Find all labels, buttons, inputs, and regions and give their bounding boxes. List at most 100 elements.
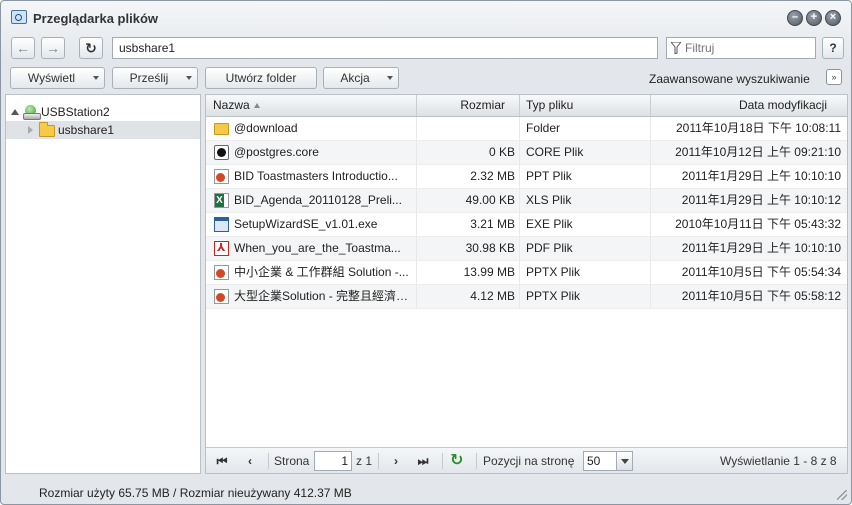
file-date-cell: 2011年10月12日 上午 09:21:10 [675,145,841,159]
storage-usage-text: Rozmiar użyty 65.75 MB / Rozmiar nieużyw… [39,486,352,500]
file-size-cell: 3.21 MB [417,213,520,236]
tree-expander-open-icon[interactable] [11,109,19,115]
chevron-down-icon[interactable] [616,452,632,470]
column-header-type[interactable]: Typ pliku [520,95,651,116]
file-name-cell: 中小企業 & 工作群組 Solution -... [206,261,417,284]
items-per-page-label: Pozycji na stronę [483,454,575,468]
tree-expander-closed-icon[interactable] [28,126,33,134]
resize-grip-icon[interactable] [837,490,847,500]
table-row[interactable]: SetupWizardSE_v1.01.exe 3.21 MB EXE Plik 20… [206,213,847,237]
page-number-input[interactable]: 1 [314,451,352,471]
upload-menu-label: Prześlij [129,71,169,85]
upload-menu-button[interactable]: Prześlij [112,67,198,89]
file-size-cell: 4.12 MB [417,285,520,308]
file-type-cell: CORE Plik [520,141,651,164]
file-type-cell: PPTX Plik [520,285,651,308]
file-date-cell: 2011年10月18日 下午 10:08:11 [676,121,841,135]
advanced-search-toggle-icon[interactable]: » [826,69,842,85]
previous-page-icon[interactable]: ‹ [242,453,258,469]
file-date-cell: 2011年10月5日 下午 05:54:34 [681,265,841,279]
page-count-label: z 1 [356,454,373,468]
column-header-size[interactable]: Rozmiar [417,95,520,116]
file-grid: Nazwa Rozmiar Typ pliku Data modyfikacji… [205,94,848,474]
file-date-cell: 2011年1月29日 上午 10:10:12 [681,193,841,207]
items-per-page-value: 50 [587,454,601,468]
status-bar: Rozmiar użyty 65.75 MB / Rozmiar nieużyw… [1,478,851,504]
column-header-name[interactable]: Nazwa [206,95,417,116]
file-type-cell: PPTX Plik [520,261,651,284]
window-title: Przeglądarka plików [33,11,158,26]
upload-dropdown-caret-icon [186,76,192,80]
displaying-count: Wyświetlanie 1 - 8 z 8 [720,454,837,468]
file-date-cell: 2011年10月5日 下午 05:58:12 [681,289,841,303]
file-name-cell: 大型企業Solution - 完整且經濟實... [206,285,417,308]
file-date-cell: 2010年10月11日 下午 05:43:32 [675,217,841,231]
page-label: Strona [274,454,310,468]
help-button[interactable]: ? [822,37,844,59]
file-browser-app-icon [11,10,27,24]
refresh-icon[interactable]: ↻ [450,452,468,470]
tree-node-usbstation2[interactable]: USBStation2 [6,103,200,121]
items-per-page-select[interactable]: 50 [583,451,633,471]
file-size-cell: 30.98 KB [417,237,520,260]
back-button[interactable]: ← [11,37,35,59]
filter-input[interactable] [685,38,813,58]
tree-node-label: USBStation2 [41,105,110,119]
table-row[interactable]: 大型企業Solution - 完整且經濟實... 4.12 MB PPTX Plik… [206,285,847,309]
advanced-search-link[interactable]: Zaawansowane wyszukiwanie [649,72,810,86]
view-dropdown-caret-icon [93,76,99,80]
folder-tree: USBStation2 usbshare1 [5,94,201,474]
action-menu-button[interactable]: Akcja [323,67,399,89]
table-row[interactable]: 中小企業 & 工作群組 Solution -... 13.99 MB PPTX Pl… [206,261,847,285]
folder-icon [39,122,55,137]
file-name-cell: SetupWizardSE_v1.01.exe [206,213,417,236]
file-date-cell: 2011年1月29日 上午 10:10:10 [681,169,841,183]
file-browser-window: Przeglądarka plików – + × ← → ↻ usbshare… [0,0,852,505]
file-type-cell: EXE Plik [520,213,651,236]
file-name-cell: BID Toastmasters Introductio... [206,165,417,188]
filter-box[interactable] [666,37,816,59]
minimize-button[interactable]: – [787,10,803,26]
view-menu-label: Wyświetl [27,71,76,85]
filter-icon [671,42,681,54]
title-bar: Przeglądarka plików – + × [1,1,851,33]
last-page-icon[interactable]: ⏭ [415,453,431,469]
table-row[interactable]: BID Toastmasters Introductio... 2.32 MB PP… [206,165,847,189]
table-row[interactable]: @postgres.core 0 KB CORE Plik 2011年10月12日 上… [206,141,847,165]
pagination-bar: ⏮ ‹ Strona 1 z 1 › ⏭ ↻ Pozycji na stronę… [206,447,847,473]
pager-separator [378,453,379,469]
table-row[interactable]: When_you_are_the_Toastma...30.98 KBPDF P… [206,237,847,261]
action-dropdown-caret-icon [387,76,393,80]
sort-ascending-icon [253,103,260,109]
table-row[interactable]: BID_Agenda_20110128_Preli...49.00 KBXLS … [206,189,847,213]
maximize-button[interactable]: + [806,10,822,26]
nas-station-icon [23,105,41,120]
tree-node-usbshare1[interactable]: usbshare1 [6,121,200,139]
file-date-cell: 2011年1月29日 上午 10:10:10 [681,241,841,255]
file-size-cell: 2.32 MB [417,165,520,188]
file-type-cell: PPT Plik [520,165,651,188]
view-menu-button[interactable]: Wyświetl [10,67,105,89]
create-folder-button[interactable]: Utwórz folder [205,67,317,89]
file-size-cell: 13.99 MB [417,261,520,284]
grid-header: Nazwa Rozmiar Typ pliku Data modyfikacji [206,95,847,117]
file-type-cell: XLS Plik [520,189,651,212]
next-page-icon[interactable]: › [388,453,404,469]
file-name-cell: @postgres.core [206,141,417,164]
file-name-cell: BID_Agenda_20110128_Preli... [206,189,417,212]
pager-separator [476,453,477,469]
pager-separator [442,453,443,469]
tree-node-label: usbshare1 [58,123,115,137]
refresh-button[interactable]: ↻ [79,37,103,59]
column-header-date[interactable]: Data modyfikacji [651,95,847,116]
table-row[interactable]: @download Folder 2011年10月18日 下午 10:08:11 [206,117,847,141]
address-field[interactable]: usbshare1 [112,37,658,59]
file-size-cell: 49.00 KB [417,189,520,212]
forward-button[interactable]: → [41,37,65,59]
file-name-cell: @download [206,117,417,140]
close-button[interactable]: × [825,10,841,26]
action-menu-label: Akcja [340,71,370,85]
pager-separator [268,453,269,469]
file-size-cell: 0 KB [417,141,520,164]
first-page-icon[interactable]: ⏮ [214,453,230,469]
